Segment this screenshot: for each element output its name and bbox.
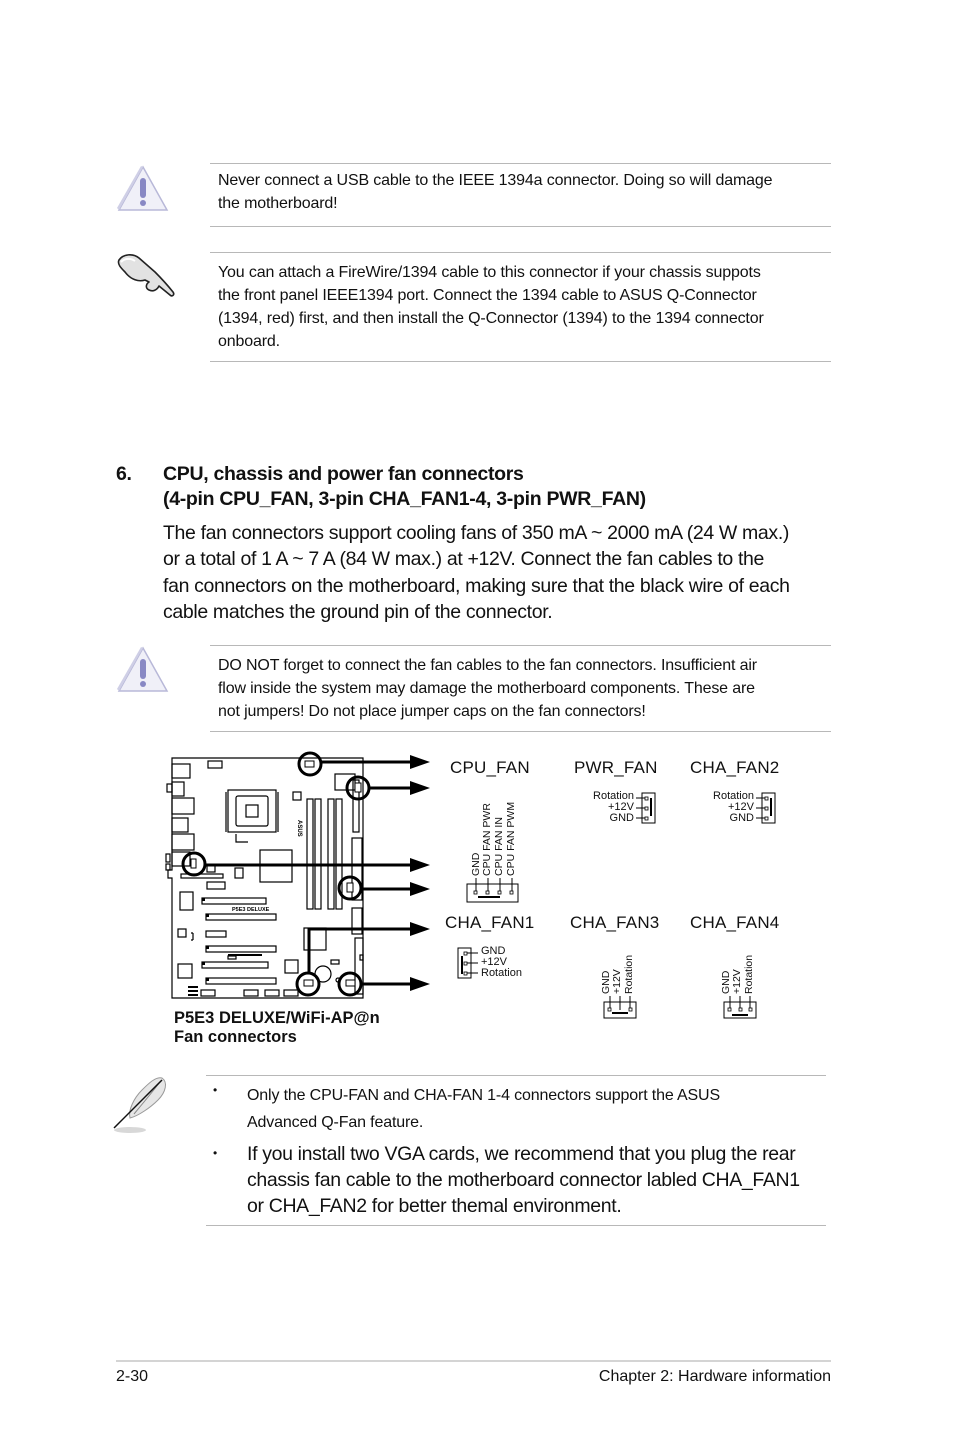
body-line: fan connectors on the motherboard, makin… [163, 574, 790, 597]
rear-io-lan [171, 817, 189, 833]
rear-io-ps2 [171, 763, 191, 779]
arrow-cpu-fan [410, 755, 430, 769]
cha-fan4-pin-2: +12V [731, 969, 743, 994]
arrow-pwr-fan [410, 781, 430, 795]
note-line: You can attach a FireWire/1394 cable to … [218, 264, 761, 281]
note-rule-top [210, 252, 831, 253]
cha-fan1-label: CHA_FAN1 [445, 913, 535, 932]
pcie-slot [205, 945, 277, 953]
cha-fan3-pin-3: Rotation [623, 954, 635, 994]
arrow-cha-fan3 [410, 922, 430, 936]
rear-io-usb [171, 797, 195, 815]
warning-triangle-icon [117, 165, 169, 211]
pin-label: Rotation [481, 967, 522, 979]
cha-fan4-pin-3: Rotation [743, 954, 755, 994]
board-logo: ASUS [296, 820, 302, 837]
pin-label: GND [729, 812, 754, 824]
page-number: 2-30 [116, 1368, 149, 1385]
pwr-fan-connector-icon [636, 792, 656, 824]
cpu-fan-connector-icon [466, 878, 519, 903]
pcie-slot [205, 977, 277, 985]
note-rule-bottom [210, 731, 831, 732]
pin-label: GND [609, 812, 634, 824]
body-line: The fan connectors support cooling fans … [163, 522, 790, 544]
cha-fan4-label: CHA_FAN4 [690, 913, 780, 932]
note-line: not jumpers! Do not place jumper caps on… [218, 703, 646, 720]
note-line: the motherboard! [218, 195, 338, 212]
section-number: 6. [116, 463, 132, 485]
qfan-note-text: Only the CPU-FAN and CHA-FAN 1-4 connect… [247, 1082, 720, 1136]
cha-fan1-pins: GND +12V Rotation [481, 946, 522, 979]
rear-io-audio [171, 781, 185, 797]
section-title-line-1: CPU, chassis and power fan connectors [163, 463, 524, 485]
note-line: the front panel IEEE1394 port. Connect t… [218, 287, 757, 304]
bullet-dot: • [213, 1146, 218, 1160]
note-line: If you install two VGA cards, we recomme… [247, 1143, 796, 1165]
pwr-fan-label: PWR_FAN [574, 758, 658, 777]
cpu-fan-pin-4: CPU FAN PWM [505, 801, 517, 876]
section-body: The fan connectors support cooling fans … [163, 520, 833, 625]
caption-line: P5E3 DELUXE/WiFi-AP@n [174, 1009, 380, 1027]
cha-fan4-connector-icon [723, 996, 757, 1019]
dimm-slot [314, 798, 322, 910]
note-line: chassis fan cable to the motherboard con… [247, 1169, 800, 1191]
usb-warning-text: Never connect a USB cable to the IEEE 13… [218, 169, 773, 215]
cpu-fan-pin-3: CPU FAN IN [493, 817, 505, 876]
arrow-cha-fan1 [410, 858, 430, 872]
note-line: Only the CPU-FAN and CHA-FAN 1-4 connect… [247, 1087, 720, 1104]
cha-fan2-label: CHA_FAN2 [690, 758, 780, 777]
bullet-dot: • [213, 1083, 218, 1097]
note-line: Never connect a USB cable to the IEEE 13… [218, 172, 773, 189]
note-line: or CHA_FAN2 for better themal environmen… [247, 1195, 622, 1217]
rear-io-usb2 [171, 833, 195, 851]
vga-note-text: If you install two VGA cards, we recomme… [247, 1141, 800, 1219]
note-rule-top [206, 1075, 826, 1076]
pci-slot [205, 930, 227, 938]
body-line: cable matches the ground pin of the conn… [163, 600, 553, 623]
diagram-caption: P5E3 DELUXE/WiFi-AP@n Fan connectors [174, 1009, 380, 1047]
motherboard-layout-diagram: P5E3 DELUXE ASUS [165, 751, 430, 999]
cha-fan3-label: CHA_FAN3 [570, 913, 660, 932]
pcie-slot [201, 961, 269, 969]
chapter-title: Chapter 2: Hardware information [598, 1368, 831, 1385]
note-line: DO NOT forget to connect the fan cables … [218, 657, 757, 674]
cha-fan3-pin-2: +12V [611, 969, 623, 994]
caption-line: Fan connectors [174, 1028, 297, 1046]
pointing-hand-icon [117, 254, 175, 297]
note-rule-bottom [210, 361, 831, 362]
warning-triangle-icon [117, 646, 169, 692]
body-line: or a total of 1 A ~ 7 A (84 W max.) at +… [163, 548, 765, 571]
firewire-tip-text: You can attach a FireWire/1394 cable to … [218, 261, 764, 353]
note-rule-bottom [210, 226, 831, 227]
note-rule-top [210, 163, 831, 164]
dimm-slot [327, 798, 335, 910]
dimm-slot [306, 798, 314, 910]
note-line: onboard. [218, 333, 280, 350]
cpu-fan-pin-2: CPU FAN PWR [481, 803, 493, 876]
cha-fan2-pins: Rotation +12V GND [698, 791, 754, 824]
footer-rule [116, 1360, 831, 1362]
pcie-slot [201, 897, 267, 905]
cha-fan3-connector-icon [603, 996, 637, 1019]
note-rule-bottom [206, 1225, 826, 1226]
board-model-label: P5E3 DELUXE [232, 907, 270, 913]
note-line: flow inside the system may damage the mo… [218, 680, 755, 697]
cpu-fan-label: CPU_FAN [450, 758, 530, 777]
note-rule-top [210, 645, 831, 646]
note-line: (1394, red) first, and then install the … [218, 310, 764, 327]
pcie-slot [205, 913, 277, 921]
quill-pen-icon [113, 1077, 166, 1133]
note-line: Advanced Q-Fan feature. [247, 1114, 424, 1131]
cha-fan2-connector-icon [756, 792, 776, 824]
cha-fan1-connector-icon [457, 947, 478, 979]
arrow-cha-fan4 [410, 977, 430, 991]
section-title-line-2: (4-pin CPU_FAN, 3-pin CHA_FAN1-4, 3-pin … [163, 488, 646, 510]
fan-warning-text: DO NOT forget to connect the fan cables … [218, 654, 757, 723]
pwr-fan-pins: Rotation +12V GND [578, 791, 634, 824]
arrow-cha-fan2 [410, 882, 430, 896]
